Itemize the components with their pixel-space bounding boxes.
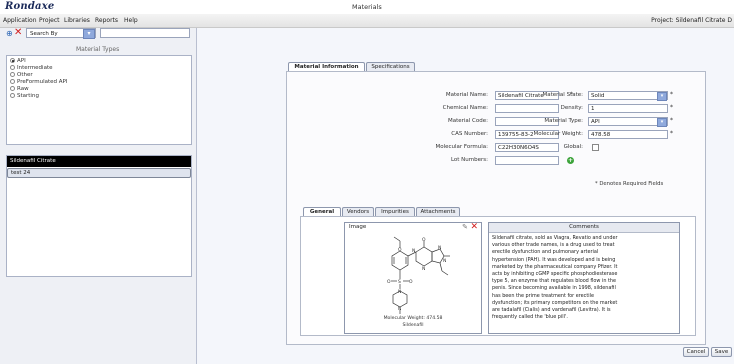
add-icon[interactable]: ⊕ (6, 30, 14, 38)
material-types-title: Material Types (76, 46, 120, 53)
tab-specifications[interactable]: Specifications (366, 62, 415, 71)
molecular-weight-caption: Molecular Weight: 474.58 (383, 316, 443, 321)
radio-label: Other (17, 72, 33, 78)
tab-general-info[interactable]: General Info (303, 207, 341, 224)
svg-text:N: N (398, 306, 401, 312)
global-label: Global: (563, 144, 583, 150)
radio-icon[interactable] (10, 79, 15, 84)
material-code-label: Material Code: (447, 118, 488, 124)
radio-icon[interactable] (10, 65, 15, 70)
material-state-value: Solid (591, 93, 605, 99)
pencil-icon[interactable]: ✎ (462, 223, 468, 231)
radio-label: Intermediate (17, 65, 53, 71)
app-logo: Rondaxe (5, 1, 55, 12)
project-label: Project: Sildenafil Citrate D (651, 17, 732, 24)
tab-material-information[interactable]: Material Information (288, 62, 365, 71)
global-checkbox[interactable] (592, 144, 599, 151)
menu-reports[interactable]: Reports (95, 17, 118, 24)
image-panel: Image ✎ ✕ O O N N N N S O O N N Molecula… (344, 222, 482, 334)
material-name-label: Material Name: (445, 92, 488, 98)
chevron-down-icon[interactable]: ▾ (657, 118, 667, 127)
material-state-select[interactable]: Solid ▾ (588, 91, 668, 101)
menu-libraries[interactable]: Libraries (64, 17, 90, 24)
menu-help[interactable]: Help (124, 17, 138, 24)
lot-numbers-label: Lot Numbers: (450, 157, 488, 163)
molecule-structure-image: O O N N N N S O O N N (387, 236, 450, 314)
radio-option-intermediate[interactable]: Intermediate (10, 65, 52, 72)
chevron-down-icon[interactable]: ▾ (657, 92, 667, 101)
material-type-value: API (591, 119, 600, 125)
add-lot-icon[interactable]: + (567, 157, 574, 164)
svg-text:O: O (422, 237, 426, 243)
required-star: * (670, 91, 673, 98)
radio-icon[interactable] (10, 72, 15, 77)
radio-label: Raw (17, 86, 29, 92)
material-types-list: API Intermediate Other PreFormulated API… (6, 55, 192, 145)
radio-icon[interactable] (10, 93, 15, 98)
comments-title: Comments (489, 223, 679, 233)
density-field[interactable]: 1 (588, 104, 668, 113)
cancel-button[interactable]: Cancel (683, 347, 709, 357)
radio-option-api[interactable]: API (10, 58, 26, 65)
lot-numbers-field[interactable] (495, 156, 559, 165)
list-item-selected[interactable]: Sildenafil Citrate (7, 156, 191, 167)
density-label: Density: (560, 105, 583, 111)
tab-attachments[interactable]: Attachments (416, 207, 460, 216)
molecule-name-caption: Sildenafil (402, 323, 424, 328)
title-bar: Rondaxe Materials (0, 0, 734, 14)
radio-option-starting[interactable]: Starting (10, 93, 39, 100)
image-title: Image (349, 224, 367, 230)
comments-text[interactable]: Sildenafil citrate, sold as Viagra, Reva… (492, 235, 676, 321)
radio-icon[interactable] (10, 58, 15, 63)
radio-option-preformulated-api[interactable]: PreFormulated API (10, 79, 67, 86)
svg-text:S: S (398, 279, 401, 285)
tab-impurities[interactable]: Impurities (375, 207, 415, 216)
svg-text:N: N (443, 258, 446, 264)
svg-text:N: N (422, 266, 425, 272)
comments-panel: Comments Sildenafil citrate, sold as Via… (488, 222, 680, 334)
molecular-weight-label: Molecular Weight: (533, 131, 583, 137)
menu-application[interactable]: Application (3, 17, 37, 24)
required-fields-note: * Denotes Required Fields (595, 181, 664, 187)
search-by-select[interactable]: Search By ▾ (26, 28, 96, 39)
delete-icon[interactable]: ✕ (14, 28, 22, 38)
required-star: * (670, 130, 673, 137)
close-icon[interactable]: ✕ (470, 222, 478, 232)
svg-text:N: N (398, 289, 401, 295)
radio-option-raw[interactable]: Raw (10, 86, 29, 93)
radio-label: Starting (17, 93, 39, 99)
menu-bar: Application Project Libraries Reports He… (0, 14, 734, 28)
radio-label: PreFormulated API (17, 79, 68, 85)
molecular-formula-label: Molecular Formula: (435, 144, 488, 150)
required-star: * (670, 104, 673, 111)
radio-icon[interactable] (10, 86, 15, 91)
molecular-weight-field[interactable]: 478.58 (588, 130, 668, 139)
search-input[interactable] (100, 28, 190, 38)
results-list: Sildenafil Citrate test 24 (6, 155, 192, 277)
material-type-label: Material Type: (544, 118, 583, 124)
svg-text:O: O (409, 279, 413, 285)
radio-option-other[interactable]: Other (10, 72, 33, 79)
menu-project[interactable]: Project (39, 17, 60, 24)
material-state-label: Material State: (542, 92, 583, 98)
svg-text:O: O (398, 247, 402, 253)
svg-text:O: O (387, 279, 391, 285)
list-item[interactable]: test 24 (7, 168, 191, 178)
search-by-value: Search By (30, 31, 58, 37)
tab-vendors[interactable]: Vendors (342, 207, 374, 216)
svg-text:N: N (412, 248, 415, 254)
chemical-name-label: Chemical Name: (442, 105, 488, 111)
chevron-down-icon[interactable]: ▾ (83, 29, 95, 39)
material-type-select[interactable]: API ▾ (588, 117, 668, 127)
svg-text:N: N (438, 245, 441, 251)
required-star: * (670, 117, 673, 124)
save-button[interactable]: Save (711, 347, 732, 357)
window-title: Materials (352, 3, 382, 11)
cas-number-label: CAS Number: (451, 131, 488, 137)
radio-label: API (17, 58, 26, 64)
